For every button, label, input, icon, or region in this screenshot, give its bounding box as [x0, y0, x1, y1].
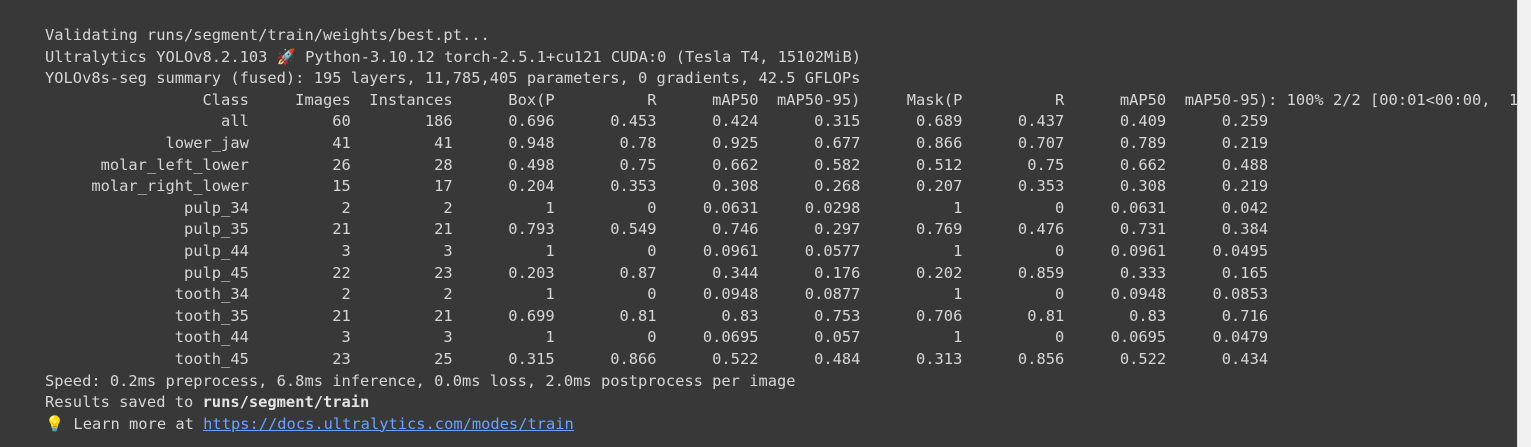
results-prefix: Results saved to — [45, 393, 203, 412]
metrics-row-molar-left-lower: molar_left_lower 26 28 0.498 0.75 0.662 … — [45, 155, 1269, 174]
metrics-row-pulp-45: pulp_45 22 23 0.203 0.87 0.344 0.176 0.2… — [45, 263, 1269, 282]
vertical-scrollbar[interactable] — [1517, 0, 1531, 447]
metrics-row-pulp-35: pulp_35 21 21 0.793 0.549 0.746 0.297 0.… — [45, 220, 1269, 239]
metrics-row-pulp-34: pulp_34 2 2 1 0 0.0631 0.0298 1 0 0.0631… — [45, 198, 1269, 217]
log-line-model-summary: YOLOv8s-seg summary (fused): 195 layers,… — [45, 69, 861, 88]
metrics-row-tooth-34: tooth_34 2 2 1 0 0.0948 0.0877 1 0 0.094… — [45, 285, 1269, 304]
metrics-row-tooth-44: tooth_44 3 3 1 0 0.0695 0.057 1 0 0.0695… — [45, 328, 1269, 347]
metrics-row-all: all 60 186 0.696 0.453 0.424 0.315 0.689… — [45, 112, 1269, 131]
cell-output-area: Validating runs/segment/train/weights/be… — [0, 0, 1517, 447]
results-path: runs/segment/train — [202, 393, 370, 412]
metrics-row-pulp-44: pulp_44 3 3 1 0 0.0961 0.0577 1 0 0.0961… — [45, 241, 1269, 260]
metrics-row-tooth-35: tooth_35 21 21 0.699 0.81 0.83 0.753 0.7… — [45, 306, 1269, 325]
docs-link[interactable]: https://docs.ultralytics.com/modes/train — [203, 415, 574, 433]
metrics-table-header: Class Images Instances Box(P R mAP50 mAP… — [45, 90, 1517, 109]
metrics-row-lower-jaw: lower_jaw 41 41 0.948 0.78 0.925 0.677 0… — [45, 133, 1269, 152]
training-log-output: Validating runs/segment/train/weights/be… — [45, 25, 1517, 435]
metrics-row-molar-right-lower: molar_right_lower 15 17 0.204 0.353 0.30… — [45, 177, 1269, 196]
metrics-row-tooth-45: tooth_45 23 25 0.315 0.866 0.522 0.484 0… — [45, 349, 1269, 368]
log-line-validating: Validating runs/segment/train/weights/be… — [45, 26, 490, 44]
learn-more-prefix: 💡 Learn more at — [45, 414, 204, 433]
log-line-results: Results saved to runs/segment/train — [45, 392, 1517, 414]
log-line-learn-more: 💡 Learn more at https://docs.ultralytics… — [45, 414, 1517, 436]
log-line-speed: Speed: 0.2ms preprocess, 6.8ms inference… — [45, 371, 796, 390]
log-line-environment: Ultralytics YOLOv8.2.103 🚀 Python-3.10.1… — [45, 47, 862, 66]
